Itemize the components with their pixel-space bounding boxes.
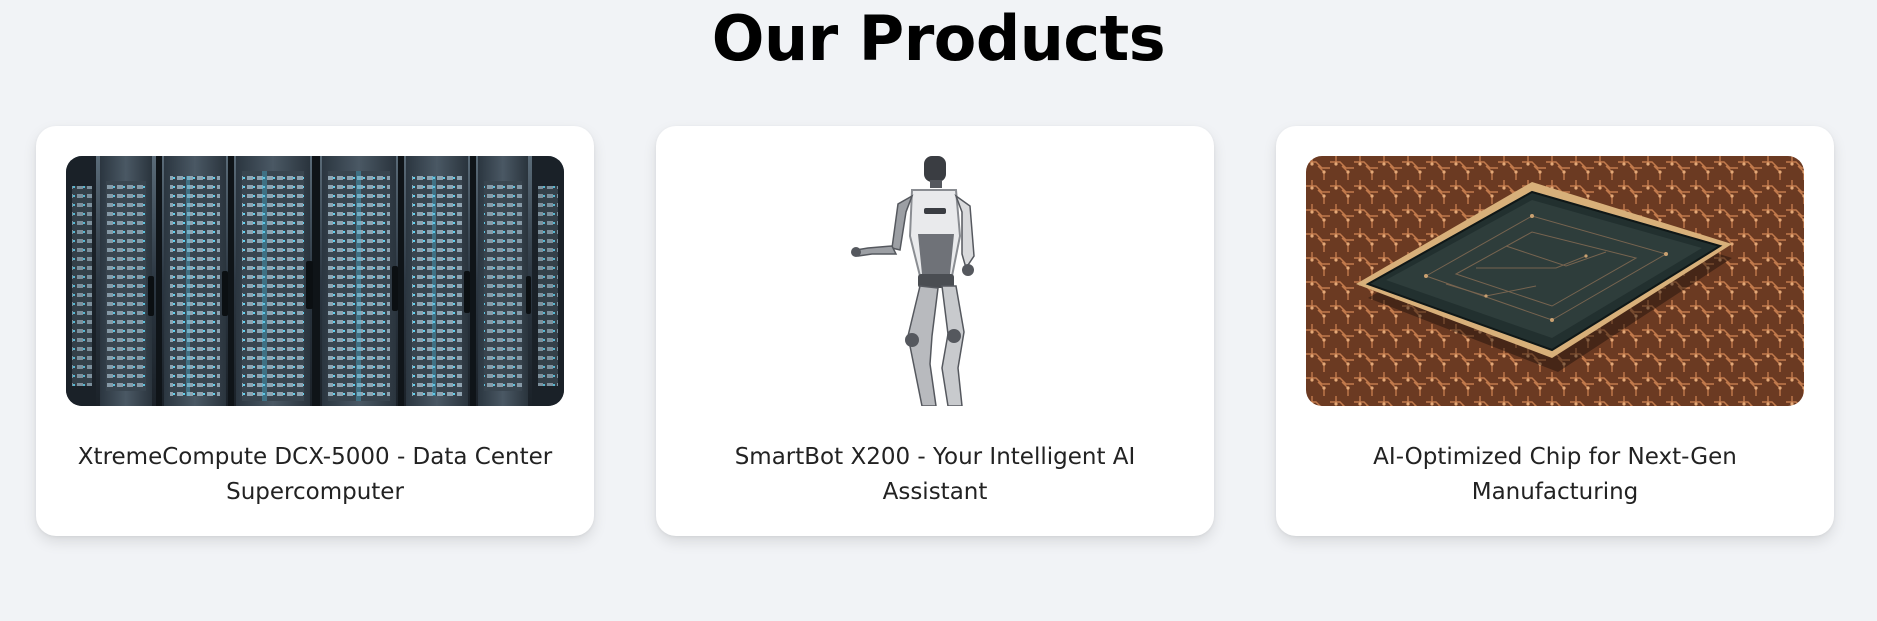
humanoid-robot-image[interactable] (686, 156, 1184, 406)
product-title[interactable]: SmartBot X200 - Your Intelligent AI Assi… (694, 440, 1176, 510)
product-title[interactable]: AI-Optimized Chip for Next-Gen Manufactu… (1314, 440, 1796, 510)
section-title: Our Products (711, 2, 1166, 75)
products-page: Our Products XtremeCompute DCX-5000 - Da… (0, 0, 1877, 621)
product-title[interactable]: XtremeCompute DCX-5000 - Data Center Sup… (74, 440, 556, 510)
product-card[interactable]: AI-Optimized Chip for Next-Gen Manufactu… (1276, 126, 1834, 536)
microchip-image[interactable] (1306, 156, 1804, 406)
product-card[interactable]: SmartBot X200 - Your Intelligent AI Assi… (656, 126, 1214, 536)
server-racks-image[interactable] (66, 156, 564, 406)
product-card[interactable]: XtremeCompute DCX-5000 - Data Center Sup… (36, 126, 594, 536)
product-grid: XtremeCompute DCX-5000 - Data Center Sup… (36, 126, 1834, 536)
